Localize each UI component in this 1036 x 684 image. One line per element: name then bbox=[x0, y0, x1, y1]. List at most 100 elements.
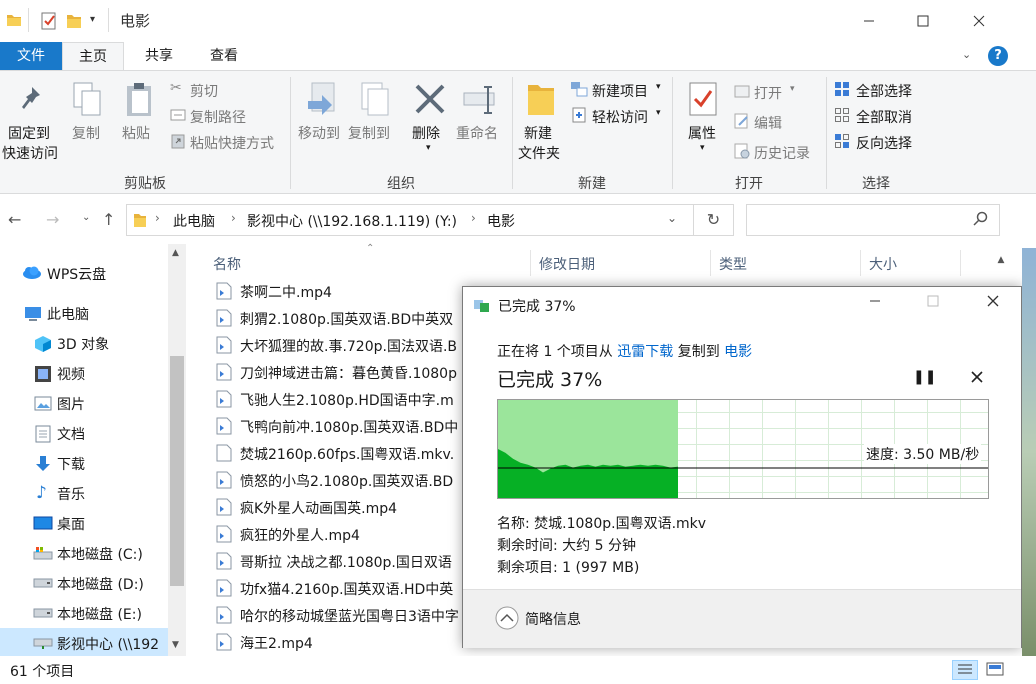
copy-path-button[interactable]: 复制路径 bbox=[168, 105, 288, 127]
select-none-button[interactable]: 全部取消 bbox=[834, 105, 930, 127]
help-icon[interactable]: ? bbox=[988, 46, 1008, 66]
nav-item-this-pc[interactable]: 此电脑 bbox=[0, 298, 186, 328]
destination-link[interactable]: 电影 bbox=[724, 344, 752, 360]
column-divider[interactable] bbox=[960, 250, 961, 276]
edit-button[interactable]: 编辑 bbox=[732, 111, 822, 133]
close-button[interactable] bbox=[956, 0, 1002, 42]
breadcrumb-drive[interactable]: 影视中心 (\\192.168.1.119) (Y:) bbox=[247, 211, 457, 231]
tab-view[interactable]: 查看 bbox=[192, 42, 256, 70]
expand-ribbon-icon[interactable]: ⌄ bbox=[962, 48, 971, 61]
copy-to-button[interactable]: 复制到 bbox=[348, 71, 398, 167]
pin-quick-access-button[interactable]: 固定到 快速访问 bbox=[0, 71, 60, 167]
less-details-label: 简略信息 bbox=[525, 612, 581, 628]
less-details-button[interactable]: 简略信息 bbox=[495, 606, 625, 632]
back-arrow-icon[interactable]: ← bbox=[8, 210, 21, 229]
source-link[interactable]: 迅雷下载 bbox=[617, 344, 673, 360]
rename-button[interactable]: 重命名 bbox=[456, 71, 506, 167]
column-divider[interactable] bbox=[860, 250, 861, 276]
scroll-down-icon[interactable]: ▼ bbox=[172, 640, 179, 650]
scissors-icon: ✂ bbox=[170, 80, 182, 96]
file-name-row: 名称: 焚城.1080p.国粤双语.mkv bbox=[497, 513, 706, 533]
tab-home[interactable]: 主页 bbox=[62, 42, 124, 70]
breadcrumb-current[interactable]: 电影 bbox=[487, 211, 515, 231]
column-header-type[interactable]: 类型 bbox=[719, 254, 747, 274]
up-arrow-icon[interactable]: ↑ bbox=[102, 210, 115, 229]
paste-label: 粘贴 bbox=[122, 126, 150, 142]
paste-button[interactable]: 粘贴 bbox=[118, 71, 162, 167]
breadcrumb-this-pc[interactable]: 此电脑 bbox=[173, 211, 215, 231]
minimize-button[interactable] bbox=[846, 0, 892, 42]
nav-item-pictures[interactable]: 图片 bbox=[0, 388, 186, 418]
column-divider[interactable] bbox=[530, 250, 531, 276]
scroll-up-icon[interactable]: ▲ bbox=[993, 250, 1009, 270]
file-name: 刺猬2.1080p.国英双语.BD中英双 bbox=[240, 312, 454, 328]
invert-selection-button[interactable]: 反向选择 bbox=[834, 131, 930, 153]
select-all-button[interactable]: 全部选择 bbox=[834, 79, 930, 101]
select-all-icon bbox=[834, 81, 850, 97]
nav-item-drive-d[interactable]: 本地磁盘 (D:) bbox=[0, 568, 186, 598]
film-icon bbox=[34, 365, 52, 383]
new-folder-quick-icon[interactable] bbox=[66, 12, 82, 30]
open-icon bbox=[734, 83, 750, 99]
recent-locations-icon[interactable]: ⌄ bbox=[82, 212, 90, 223]
new-folder-label-2: 文件夹 bbox=[518, 146, 560, 162]
file-name: 飞鸭向前冲.1080p.国英双语.BD中 bbox=[240, 420, 459, 436]
copy-button[interactable]: 复制 bbox=[66, 71, 110, 167]
tab-share[interactable]: 共享 bbox=[128, 42, 190, 70]
computer-icon bbox=[24, 306, 42, 322]
maximize-button[interactable] bbox=[900, 0, 946, 42]
nav-label: 图片 bbox=[57, 397, 85, 413]
nav-item-documents[interactable]: 文档 bbox=[0, 418, 186, 448]
tab-file[interactable]: 文件 bbox=[0, 42, 62, 70]
time-remaining-label: 剩余时间: bbox=[497, 538, 558, 554]
refresh-icon[interactable]: ↻ bbox=[694, 204, 734, 236]
document-icon bbox=[35, 425, 51, 443]
file-name: 大坏狐狸的故.事.720p.国法双语.B bbox=[240, 339, 458, 355]
customize-quick-access-icon[interactable]: ▾ bbox=[90, 14, 95, 25]
dialog-minimize-button[interactable] bbox=[861, 289, 889, 317]
nav-item-media-center[interactable]: 影视中心 (\\192 bbox=[0, 628, 186, 658]
pause-button[interactable]: ❚❚ bbox=[913, 369, 936, 385]
properties-quick-icon[interactable] bbox=[40, 12, 58, 30]
nav-item-downloads[interactable]: 下载 bbox=[0, 448, 186, 478]
nav-item-videos[interactable]: 视频 bbox=[0, 358, 186, 388]
history-button[interactable]: 历史记录 bbox=[732, 141, 828, 163]
nav-item-drive-e[interactable]: 本地磁盘 (E:) bbox=[0, 598, 186, 628]
properties-button[interactable]: 属性 ▾ bbox=[680, 71, 728, 167]
dialog-title: 已完成 37% bbox=[498, 299, 576, 315]
paste-shortcut-button[interactable]: 粘贴快捷方式 bbox=[168, 131, 288, 153]
chevron-down-icon[interactable]: ⌄ bbox=[667, 211, 677, 225]
column-header-name[interactable]: 名称 bbox=[213, 254, 241, 274]
move-to-button[interactable]: 移动到 bbox=[296, 71, 346, 167]
column-header-size[interactable]: 大小 bbox=[869, 254, 897, 274]
column-divider[interactable] bbox=[710, 250, 711, 276]
scrollbar-thumb[interactable] bbox=[170, 356, 184, 586]
address-box[interactable]: › 此电脑 › 影视中心 (\\192.168.1.119) (Y:) › 电影… bbox=[126, 204, 694, 236]
search-input[interactable] bbox=[746, 204, 1000, 236]
open-button[interactable]: 打开 ▾ bbox=[732, 81, 822, 103]
select-none-icon bbox=[834, 107, 850, 123]
nav-item-3d-objects[interactable]: 3D 对象 bbox=[0, 328, 186, 358]
copy-progress-dialog: 已完成 37% 正在将 1 个项目从 迅雷下载 复制到 电影 已完成 37% ❚… bbox=[462, 286, 1022, 648]
cut-button[interactable]: ✂ 剪切 bbox=[168, 79, 288, 101]
file-name: 愤怒的小鸟2.1080p.国英双语.BD bbox=[240, 474, 454, 490]
forward-arrow-icon[interactable]: → bbox=[46, 210, 59, 229]
column-header-modified[interactable]: 修改日期 bbox=[539, 254, 595, 274]
nav-item-music[interactable]: ♪ 音乐 bbox=[0, 478, 186, 508]
nav-item-drive-c[interactable]: 本地磁盘 (C:) bbox=[0, 538, 186, 568]
easy-access-button[interactable]: 轻松访问 ▾ bbox=[568, 105, 678, 127]
nav-item-wps-cloud[interactable]: WPS云盘 bbox=[0, 258, 186, 288]
nav-scrollbar[interactable]: ▲ ▼ bbox=[168, 244, 186, 656]
cancel-x-button[interactable] bbox=[971, 371, 983, 383]
dialog-close-button[interactable] bbox=[979, 289, 1007, 317]
large-icons-view-button[interactable] bbox=[984, 660, 1008, 680]
copy-label: 复制 bbox=[72, 126, 100, 142]
details-view-button[interactable] bbox=[952, 660, 978, 680]
delete-button[interactable]: 删除 ▾ bbox=[408, 71, 452, 167]
new-group-label: 新建 bbox=[578, 176, 606, 192]
new-item-button[interactable]: 新建项目 ▾ bbox=[568, 79, 678, 101]
nav-item-desktop[interactable]: 桌面 bbox=[0, 508, 186, 538]
scroll-up-icon[interactable]: ▲ bbox=[172, 248, 179, 258]
file-name-label: 名称: bbox=[497, 516, 530, 532]
new-folder-button[interactable]: 新建 文件夹 bbox=[516, 71, 566, 167]
